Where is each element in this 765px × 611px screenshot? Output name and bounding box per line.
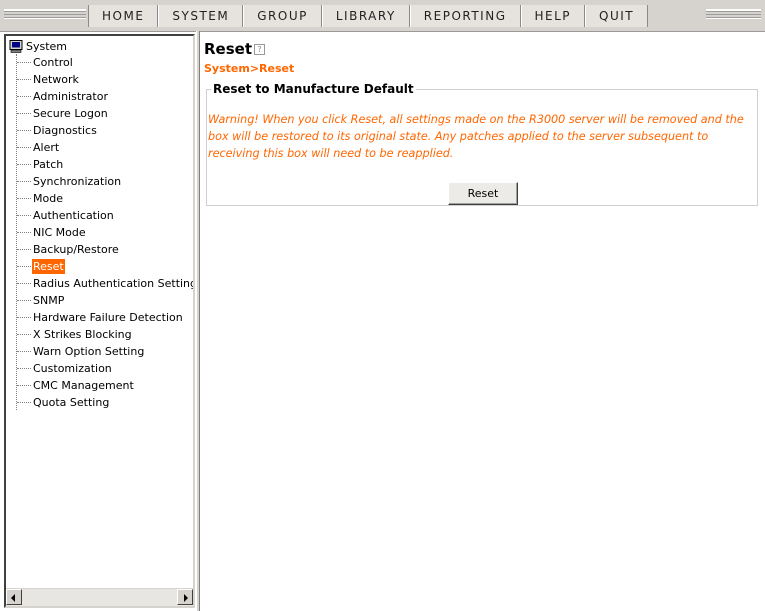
sidebar-item-alert[interactable]: Alert <box>16 139 60 156</box>
system-tree: System Control Network Administrator Sec… <box>6 36 193 584</box>
main-content: Reset ? System>Reset Reset to Manufactur… <box>200 31 765 611</box>
reset-button[interactable]: Reset <box>448 182 518 205</box>
sidebar-tree-panel: System Control Network Administrator Sec… <box>4 34 195 608</box>
sidebar-item-mode[interactable]: Mode <box>16 190 64 207</box>
panel-legend: Reset to Manufacture Default <box>213 82 414 96</box>
nav-library[interactable]: LIBRARY <box>321 5 410 27</box>
nav-system[interactable]: SYSTEM <box>158 5 244 27</box>
sidebar-item-control[interactable]: Control <box>16 54 74 71</box>
page-title-text: Reset <box>204 40 252 58</box>
reset-panel: Reset to Manufacture Default Warning! Wh… <box>206 82 758 206</box>
sidebar-item-x-strikes-blocking[interactable]: X Strikes Blocking <box>16 326 133 343</box>
nav-group[interactable]: GROUP <box>243 5 322 27</box>
nav-reporting[interactable]: REPORTING <box>409 5 521 27</box>
sidebar-item-patch[interactable]: Patch <box>16 156 64 173</box>
arrow-right-icon <box>184 594 188 602</box>
top-navigation-bar: HOME SYSTEM GROUP LIBRARY REPORTING HELP… <box>0 0 765 32</box>
help-icon[interactable]: ? <box>254 43 265 55</box>
arrow-left-icon <box>11 594 15 602</box>
sidebar-item-warn-option-setting[interactable]: Warn Option Setting <box>16 343 145 360</box>
nav-decoration-left <box>4 9 86 21</box>
tree-root-label: System <box>26 39 68 53</box>
sidebar-item-nic-mode[interactable]: NIC Mode <box>16 224 87 241</box>
sidebar-item-network[interactable]: Network <box>16 71 80 88</box>
scroll-right-button[interactable] <box>177 589 193 605</box>
sidebar-item-quota-setting[interactable]: Quota Setting <box>16 394 110 411</box>
horizontal-scrollbar[interactable] <box>6 588 193 606</box>
sidebar-item-backup-restore[interactable]: Backup/Restore <box>16 241 120 258</box>
sidebar-item-hardware-failure-detection[interactable]: Hardware Failure Detection <box>16 309 184 326</box>
sidebar-item-secure-logon[interactable]: Secure Logon <box>16 105 109 122</box>
computer-icon <box>9 39 23 53</box>
sidebar-item-radius-authentication-setting[interactable]: Radius Authentication Setting <box>16 275 193 292</box>
scroll-left-button[interactable] <box>6 589 22 605</box>
breadcrumb: System>Reset <box>204 62 295 75</box>
page-title: Reset ? <box>204 40 265 58</box>
sidebar-item-cmc-management[interactable]: CMC Management <box>16 377 135 394</box>
sidebar-item-synchronization[interactable]: Synchronization <box>16 173 122 190</box>
sidebar-item-customization[interactable]: Customization <box>16 360 113 377</box>
main-menu: HOME SYSTEM GROUP LIBRARY REPORTING HELP… <box>88 5 649 27</box>
sidebar-item-administrator[interactable]: Administrator <box>16 88 109 105</box>
tree-root-system[interactable]: System <box>9 38 67 54</box>
sidebar-item-reset[interactable]: Reset <box>16 258 65 275</box>
sidebar-item-snmp[interactable]: SNMP <box>16 292 65 309</box>
nav-quit[interactable]: QUIT <box>585 5 649 27</box>
nav-help[interactable]: HELP <box>520 5 586 27</box>
nav-decoration-right <box>706 9 761 21</box>
sidebar-item-authentication[interactable]: Authentication <box>16 207 115 224</box>
sidebar-item-diagnostics[interactable]: Diagnostics <box>16 122 98 139</box>
warning-text: Warning! When you click Reset, all setti… <box>208 113 744 160</box>
nav-home[interactable]: HOME <box>88 5 159 27</box>
